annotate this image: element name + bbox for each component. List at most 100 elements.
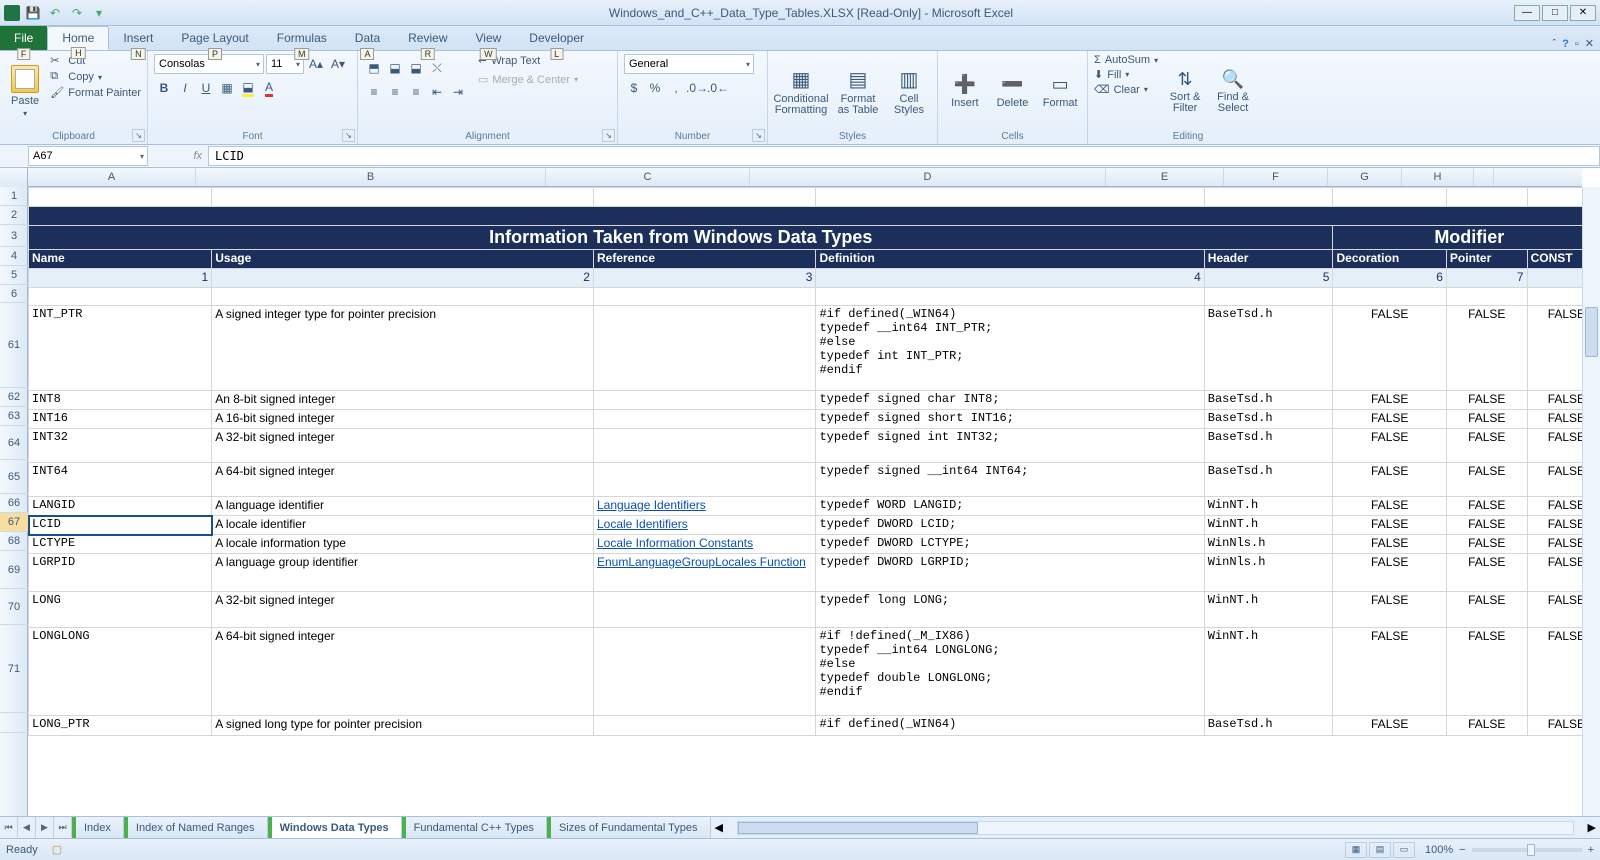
row-header[interactable]: 62 xyxy=(0,388,28,407)
cell[interactable] xyxy=(1204,288,1333,306)
cell[interactable]: FALSE xyxy=(1333,306,1446,391)
cell[interactable]: FALSE xyxy=(1527,628,1582,716)
font-color-button[interactable]: A xyxy=(259,78,279,98)
cell[interactable]: Definition xyxy=(816,250,1204,269)
cell[interactable]: typedef signed char INT8; xyxy=(816,391,1204,410)
redo-icon[interactable]: ↷ xyxy=(68,4,86,22)
row-header[interactable]: 1 xyxy=(0,187,28,206)
page-break-view-button[interactable]: ▭ xyxy=(1393,842,1415,858)
cell[interactable]: Name xyxy=(29,250,212,269)
cell[interactable]: typedef signed short INT16; xyxy=(816,410,1204,429)
cell[interactable] xyxy=(593,410,816,429)
zoom-out-button[interactable]: − xyxy=(1459,844,1465,856)
cell[interactable]: FALSE xyxy=(1333,497,1446,516)
cell[interactable]: 3 xyxy=(593,269,816,288)
cell[interactable]: FALSE xyxy=(1446,429,1527,463)
fx-icon[interactable]: fx xyxy=(193,150,202,162)
cell[interactable]: Modifier xyxy=(1333,226,1582,250)
cell[interactable] xyxy=(212,188,594,207)
save-icon[interactable]: 💾 xyxy=(24,4,42,22)
cell[interactable]: FALSE xyxy=(1446,592,1527,628)
accounting-button[interactable]: $ xyxy=(624,78,644,98)
cell[interactable] xyxy=(593,463,816,497)
mdi-close-icon[interactable]: ✕ xyxy=(1585,37,1594,50)
cell[interactable]: FALSE xyxy=(1446,497,1527,516)
cell[interactable]: FALSE xyxy=(1527,429,1582,463)
cell[interactable]: WinNT.h xyxy=(1204,628,1333,716)
row-header[interactable]: 4 xyxy=(0,247,28,266)
cell[interactable]: A 16-bit signed integer xyxy=(212,410,594,429)
cell[interactable]: typedef WORD LANGID; xyxy=(816,497,1204,516)
cell[interactable]: Reference xyxy=(593,250,816,269)
find-select-button[interactable]: 🔍Find & Select xyxy=(1212,54,1254,129)
cell[interactable]: 2 xyxy=(212,269,594,288)
cell[interactable]: #if defined(_WIN64) typedef __int64 INT_… xyxy=(816,306,1204,391)
cell[interactable]: LCID xyxy=(29,516,212,535)
cell[interactable] xyxy=(593,306,816,391)
cell[interactable]: FALSE xyxy=(1333,391,1446,410)
cell[interactable] xyxy=(212,288,594,306)
tab-page-layout[interactable]: Page LayoutP xyxy=(167,26,262,50)
zoom-in-button[interactable]: + xyxy=(1588,844,1594,856)
cell[interactable] xyxy=(593,592,816,628)
border-button[interactable]: ▦ xyxy=(217,78,237,98)
cell[interactable] xyxy=(593,188,816,207)
sheet-tab[interactable]: Index xyxy=(72,817,124,838)
formula-input[interactable]: LCID xyxy=(208,146,1600,166)
cell[interactable]: WinNls.h xyxy=(1204,554,1333,592)
cell[interactable]: LGRPID xyxy=(29,554,212,592)
cell[interactable] xyxy=(593,429,816,463)
cell[interactable] xyxy=(593,628,816,716)
fill-button[interactable]: ⬇Fill▾ xyxy=(1094,68,1158,81)
number-format-combo[interactable]: General xyxy=(624,54,754,74)
increase-indent-button[interactable]: ⇥ xyxy=(448,82,468,102)
cell[interactable]: FALSE xyxy=(1333,410,1446,429)
cell[interactable]: typedef DWORD LCID; xyxy=(816,516,1204,535)
sort-filter-button[interactable]: ⇅Sort & Filter xyxy=(1164,54,1206,129)
cell[interactable]: FALSE xyxy=(1446,554,1527,592)
fill-color-button[interactable]: ⬓ xyxy=(238,78,258,98)
cell[interactable]: LCTYPE xyxy=(29,535,212,554)
cell[interactable]: Decoration xyxy=(1333,250,1446,269)
cell[interactable]: A 64-bit signed integer xyxy=(212,463,594,497)
format-cells-button[interactable]: ▭Format xyxy=(1039,54,1081,129)
cell[interactable]: typedef DWORD LCTYPE; xyxy=(816,535,1204,554)
close-button[interactable]: ✕ xyxy=(1570,5,1596,21)
cell[interactable]: FALSE xyxy=(1333,535,1446,554)
hscroll-thumb[interactable] xyxy=(738,822,978,834)
cell[interactable] xyxy=(816,188,1204,207)
column-header-G[interactable]: G xyxy=(1328,168,1402,186)
cell[interactable]: A signed long type for pointer precision xyxy=(212,716,594,736)
cell[interactable]: BaseTsd.h xyxy=(1204,463,1333,497)
cell[interactable]: 8 xyxy=(1527,269,1582,288)
horizontal-scrollbar[interactable]: ◀ ▶ xyxy=(711,817,1600,838)
cell[interactable]: #if !defined(_M_IX86) typedef __int64 LO… xyxy=(816,628,1204,716)
tab-nav-prev[interactable]: ◀ xyxy=(18,817,36,838)
column-header-A[interactable]: A xyxy=(28,168,196,186)
row-header[interactable]: 3 xyxy=(0,225,28,247)
cell[interactable]: FALSE xyxy=(1333,554,1446,592)
cell[interactable]: A 32-bit signed integer xyxy=(212,429,594,463)
cell[interactable]: FALSE xyxy=(1527,592,1582,628)
cell[interactable] xyxy=(29,188,212,207)
orientation-button[interactable]: ⤬ xyxy=(427,58,447,78)
cell[interactable]: FALSE xyxy=(1527,554,1582,592)
tab-review[interactable]: ReviewR xyxy=(394,26,461,50)
maximize-button[interactable]: □ xyxy=(1542,5,1568,21)
cell[interactable]: An 8-bit signed integer xyxy=(212,391,594,410)
minimize-button[interactable]: — xyxy=(1514,5,1540,21)
cell[interactable]: 7 xyxy=(1446,269,1527,288)
cell[interactable]: FALSE xyxy=(1446,391,1527,410)
cell[interactable]: FALSE xyxy=(1446,535,1527,554)
cell[interactable]: INT16 xyxy=(29,410,212,429)
comma-button[interactable]: , xyxy=(666,78,686,98)
insert-cells-button[interactable]: ➕Insert xyxy=(944,54,986,129)
underline-button[interactable]: U xyxy=(196,78,216,98)
cell[interactable] xyxy=(1333,188,1446,207)
row-header[interactable]: 65 xyxy=(0,460,28,494)
cell[interactable] xyxy=(816,288,1204,306)
alignment-launcher[interactable]: ↘ xyxy=(602,129,615,142)
cell[interactable]: WinNT.h xyxy=(1204,497,1333,516)
row-header[interactable]: 68 xyxy=(0,532,28,551)
row-header[interactable]: 64 xyxy=(0,426,28,460)
